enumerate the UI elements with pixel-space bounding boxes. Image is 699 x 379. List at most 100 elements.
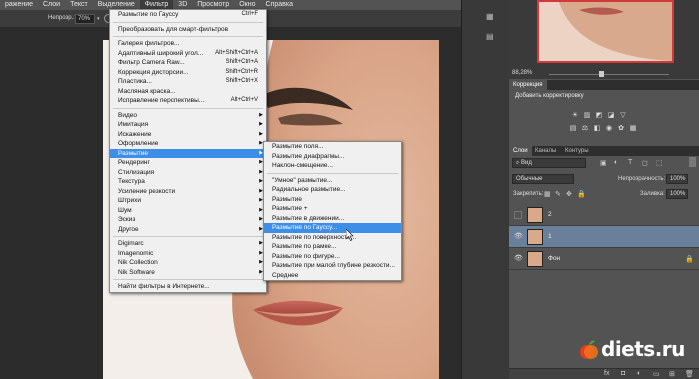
- layer-row-background[interactable]: 👁 Фон 🔒: [509, 248, 699, 270]
- menu-item-nik-collection[interactable]: Nik Collection ▶: [110, 258, 266, 268]
- layer-kind-filter[interactable]: ⌕ Вид: [512, 158, 586, 168]
- menu-item-vanishing-point[interactable]: Исправление перспективы... Alt+Ctrl+V: [110, 96, 266, 106]
- menu-image[interactable]: ражение: [0, 0, 38, 10]
- layer-name[interactable]: 1: [548, 233, 552, 240]
- menu-item-sharpen[interactable]: Усиление резкости ▶: [110, 187, 266, 197]
- blend-mode-select[interactable]: Обычные: [512, 174, 574, 184]
- layer-row-1[interactable]: 👁 1: [509, 226, 699, 248]
- menu-item-blur[interactable]: Размытие ▶: [110, 148, 266, 158]
- zoom-value[interactable]: 88,28%: [512, 70, 532, 76]
- curves-icon[interactable]: ◩: [595, 112, 603, 120]
- lock-pixels-icon[interactable]: ✎: [555, 190, 561, 198]
- menu-item-box-blur[interactable]: Размытие по рамке...: [264, 242, 401, 252]
- menu-item-stylize[interactable]: Стилизация ▶: [110, 168, 266, 178]
- menu-text[interactable]: Текст: [65, 0, 93, 10]
- menu-item-average[interactable]: Среднее: [264, 271, 401, 281]
- brightness-icon[interactable]: ☀: [571, 112, 579, 120]
- menu-item-artistic[interactable]: Имитация ▶: [110, 120, 266, 130]
- lock-position-icon[interactable]: ✥: [566, 190, 572, 198]
- black-white-icon[interactable]: ◧: [593, 125, 601, 133]
- add-mask-icon[interactable]: ◘: [621, 370, 625, 377]
- levels-icon[interactable]: ▥: [583, 112, 591, 120]
- properties-icon[interactable]: ▤: [486, 32, 494, 41]
- menu-item-radial-blur[interactable]: Радиальное размытие...: [264, 185, 401, 195]
- history-icon[interactable]: ▦: [486, 12, 494, 21]
- vibrance-icon[interactable]: ▽: [619, 112, 627, 120]
- opacity-input[interactable]: 70%: [75, 14, 95, 24]
- menu-item-sketch[interactable]: Эскиз ▶: [110, 215, 266, 225]
- color-lookup-icon[interactable]: ▦: [629, 125, 637, 133]
- smart-object-filter-icon[interactable]: ⬚: [656, 159, 663, 167]
- menu-item-digimarc[interactable]: Digimarc ▶: [110, 239, 266, 249]
- color-balance-icon[interactable]: ⚖: [581, 125, 589, 133]
- tab-layers[interactable]: Слои: [509, 146, 532, 156]
- menu-item-render[interactable]: Рендеринг ▶: [110, 158, 266, 168]
- menu-item-gaussian-blur[interactable]: Размытие по Гауссу...: [264, 223, 401, 233]
- menu-item-tilt-shift[interactable]: Наклон-смещение...: [264, 161, 401, 171]
- opacity-label: Непрозрачность:: [618, 176, 666, 182]
- menu-item-pixelate[interactable]: Оформление ▶: [110, 139, 266, 149]
- menu-item-lens-correction[interactable]: Коррекция дисторсии... Shift+Ctrl+R: [110, 68, 266, 78]
- opacity-input[interactable]: 100%: [666, 174, 688, 184]
- shape-filter-icon[interactable]: ◻: [642, 159, 648, 167]
- menu-item-motion-blur[interactable]: Размытие в движении...: [264, 214, 401, 224]
- layer-name[interactable]: Фон: [548, 255, 560, 262]
- menu-item-smart-blur[interactable]: "Умное" размытие...: [264, 176, 401, 186]
- lock-all-icon[interactable]: 🔒: [577, 190, 586, 198]
- tab-channels[interactable]: Каналы: [531, 146, 560, 156]
- channel-mixer-icon[interactable]: ✿: [617, 125, 625, 133]
- menu-item-texture[interactable]: Текстура ▶: [110, 177, 266, 187]
- menu-item-blur-more[interactable]: Размытие +: [264, 204, 401, 214]
- menu-item-nik-software[interactable]: Nik Software ▶: [110, 268, 266, 278]
- chevron-down-icon[interactable]: ▾: [97, 16, 100, 22]
- zoom-slider-track[interactable]: [549, 74, 669, 75]
- eye-icon[interactable]: 👁: [514, 255, 523, 263]
- menu-item-label: Рендеринг: [118, 159, 150, 166]
- menu-item-browse-filters[interactable]: Найти фильтры в Интернете...: [110, 282, 266, 292]
- menu-item-liquify[interactable]: Пластика... Shift+Ctrl+X: [110, 77, 266, 87]
- menu-item-distort[interactable]: Искажение ▶: [110, 130, 266, 140]
- visibility-toggle-empty[interactable]: [514, 211, 522, 219]
- new-adjustment-icon[interactable]: ◐: [637, 370, 641, 377]
- menu-item-iris-blur[interactable]: Размытие диафрагмы...: [264, 152, 401, 162]
- exposure-icon[interactable]: ◪: [607, 112, 615, 120]
- menu-item-surface-blur[interactable]: Размытие по поверхности...: [264, 233, 401, 243]
- menu-item-field-blur[interactable]: Размытие поля...: [264, 142, 401, 152]
- menu-item-imagenomic[interactable]: Imagenomic ▶: [110, 249, 266, 259]
- menu-item-filter-gallery[interactable]: Галерея фильтров...: [110, 39, 266, 49]
- text-filter-icon[interactable]: T: [628, 159, 632, 166]
- menu-item-shape-blur[interactable]: Размытие по фигуре...: [264, 252, 401, 262]
- new-layer-icon[interactable]: ⊞: [669, 370, 675, 378]
- menu-item-last-filter[interactable]: Размытие по Гауссу Ctrl+F: [110, 10, 266, 20]
- menu-item-lens-blur[interactable]: Размытие при малой глубине резкости...: [264, 261, 401, 271]
- eye-icon[interactable]: 👁: [514, 233, 523, 241]
- fill-input[interactable]: 100%: [666, 189, 688, 199]
- menu-item-other[interactable]: Другое ▶: [110, 225, 266, 235]
- trash-icon[interactable]: 🗑: [685, 370, 694, 378]
- menu-item-camera-raw[interactable]: Фильтр Camera Raw... Shift+Ctrl+A: [110, 58, 266, 68]
- menu-item-blur[interactable]: Размытие: [264, 195, 401, 205]
- photo-filter-icon[interactable]: ◉: [605, 125, 613, 133]
- layer-row-2[interactable]: 2: [509, 204, 699, 226]
- fill-value: 100%: [670, 191, 686, 197]
- menu-item-adaptive-wide-angle[interactable]: Адаптивный широкий угол... Alt+Shift+Ctrl…: [110, 49, 266, 59]
- layer-name[interactable]: 2: [548, 211, 552, 218]
- filter-toggle[interactable]: [689, 157, 696, 167]
- adjustment-filter-icon[interactable]: ◐: [614, 159, 618, 166]
- menu-layers[interactable]: Слои: [38, 0, 65, 10]
- menu-item-noise[interactable]: Шум ▶: [110, 206, 266, 216]
- menu-item-brush-strokes[interactable]: Штрихи ▶: [110, 196, 266, 206]
- tab-adjustments[interactable]: Коррекция: [509, 80, 547, 90]
- add-style-icon[interactable]: fx: [604, 370, 609, 377]
- menu-item-oil-paint[interactable]: Масляная краска...: [110, 87, 266, 97]
- menu-item-label: Imagenomic: [118, 249, 154, 257]
- navigator-thumbnail[interactable]: [537, 0, 674, 63]
- new-group-icon[interactable]: ▭: [653, 370, 660, 378]
- tab-paths[interactable]: Контуры: [561, 146, 593, 156]
- menu-item-video[interactable]: Видео ▶: [110, 111, 266, 121]
- hue-saturation-icon[interactable]: ▤: [569, 125, 577, 133]
- menu-item-smart-filters[interactable]: Преобразовать для смарт-фильтров: [110, 25, 266, 35]
- pixel-filter-icon[interactable]: ▣: [600, 159, 607, 167]
- zoom-slider-handle[interactable]: [599, 71, 604, 77]
- lock-transparent-icon[interactable]: ▦: [544, 190, 551, 198]
